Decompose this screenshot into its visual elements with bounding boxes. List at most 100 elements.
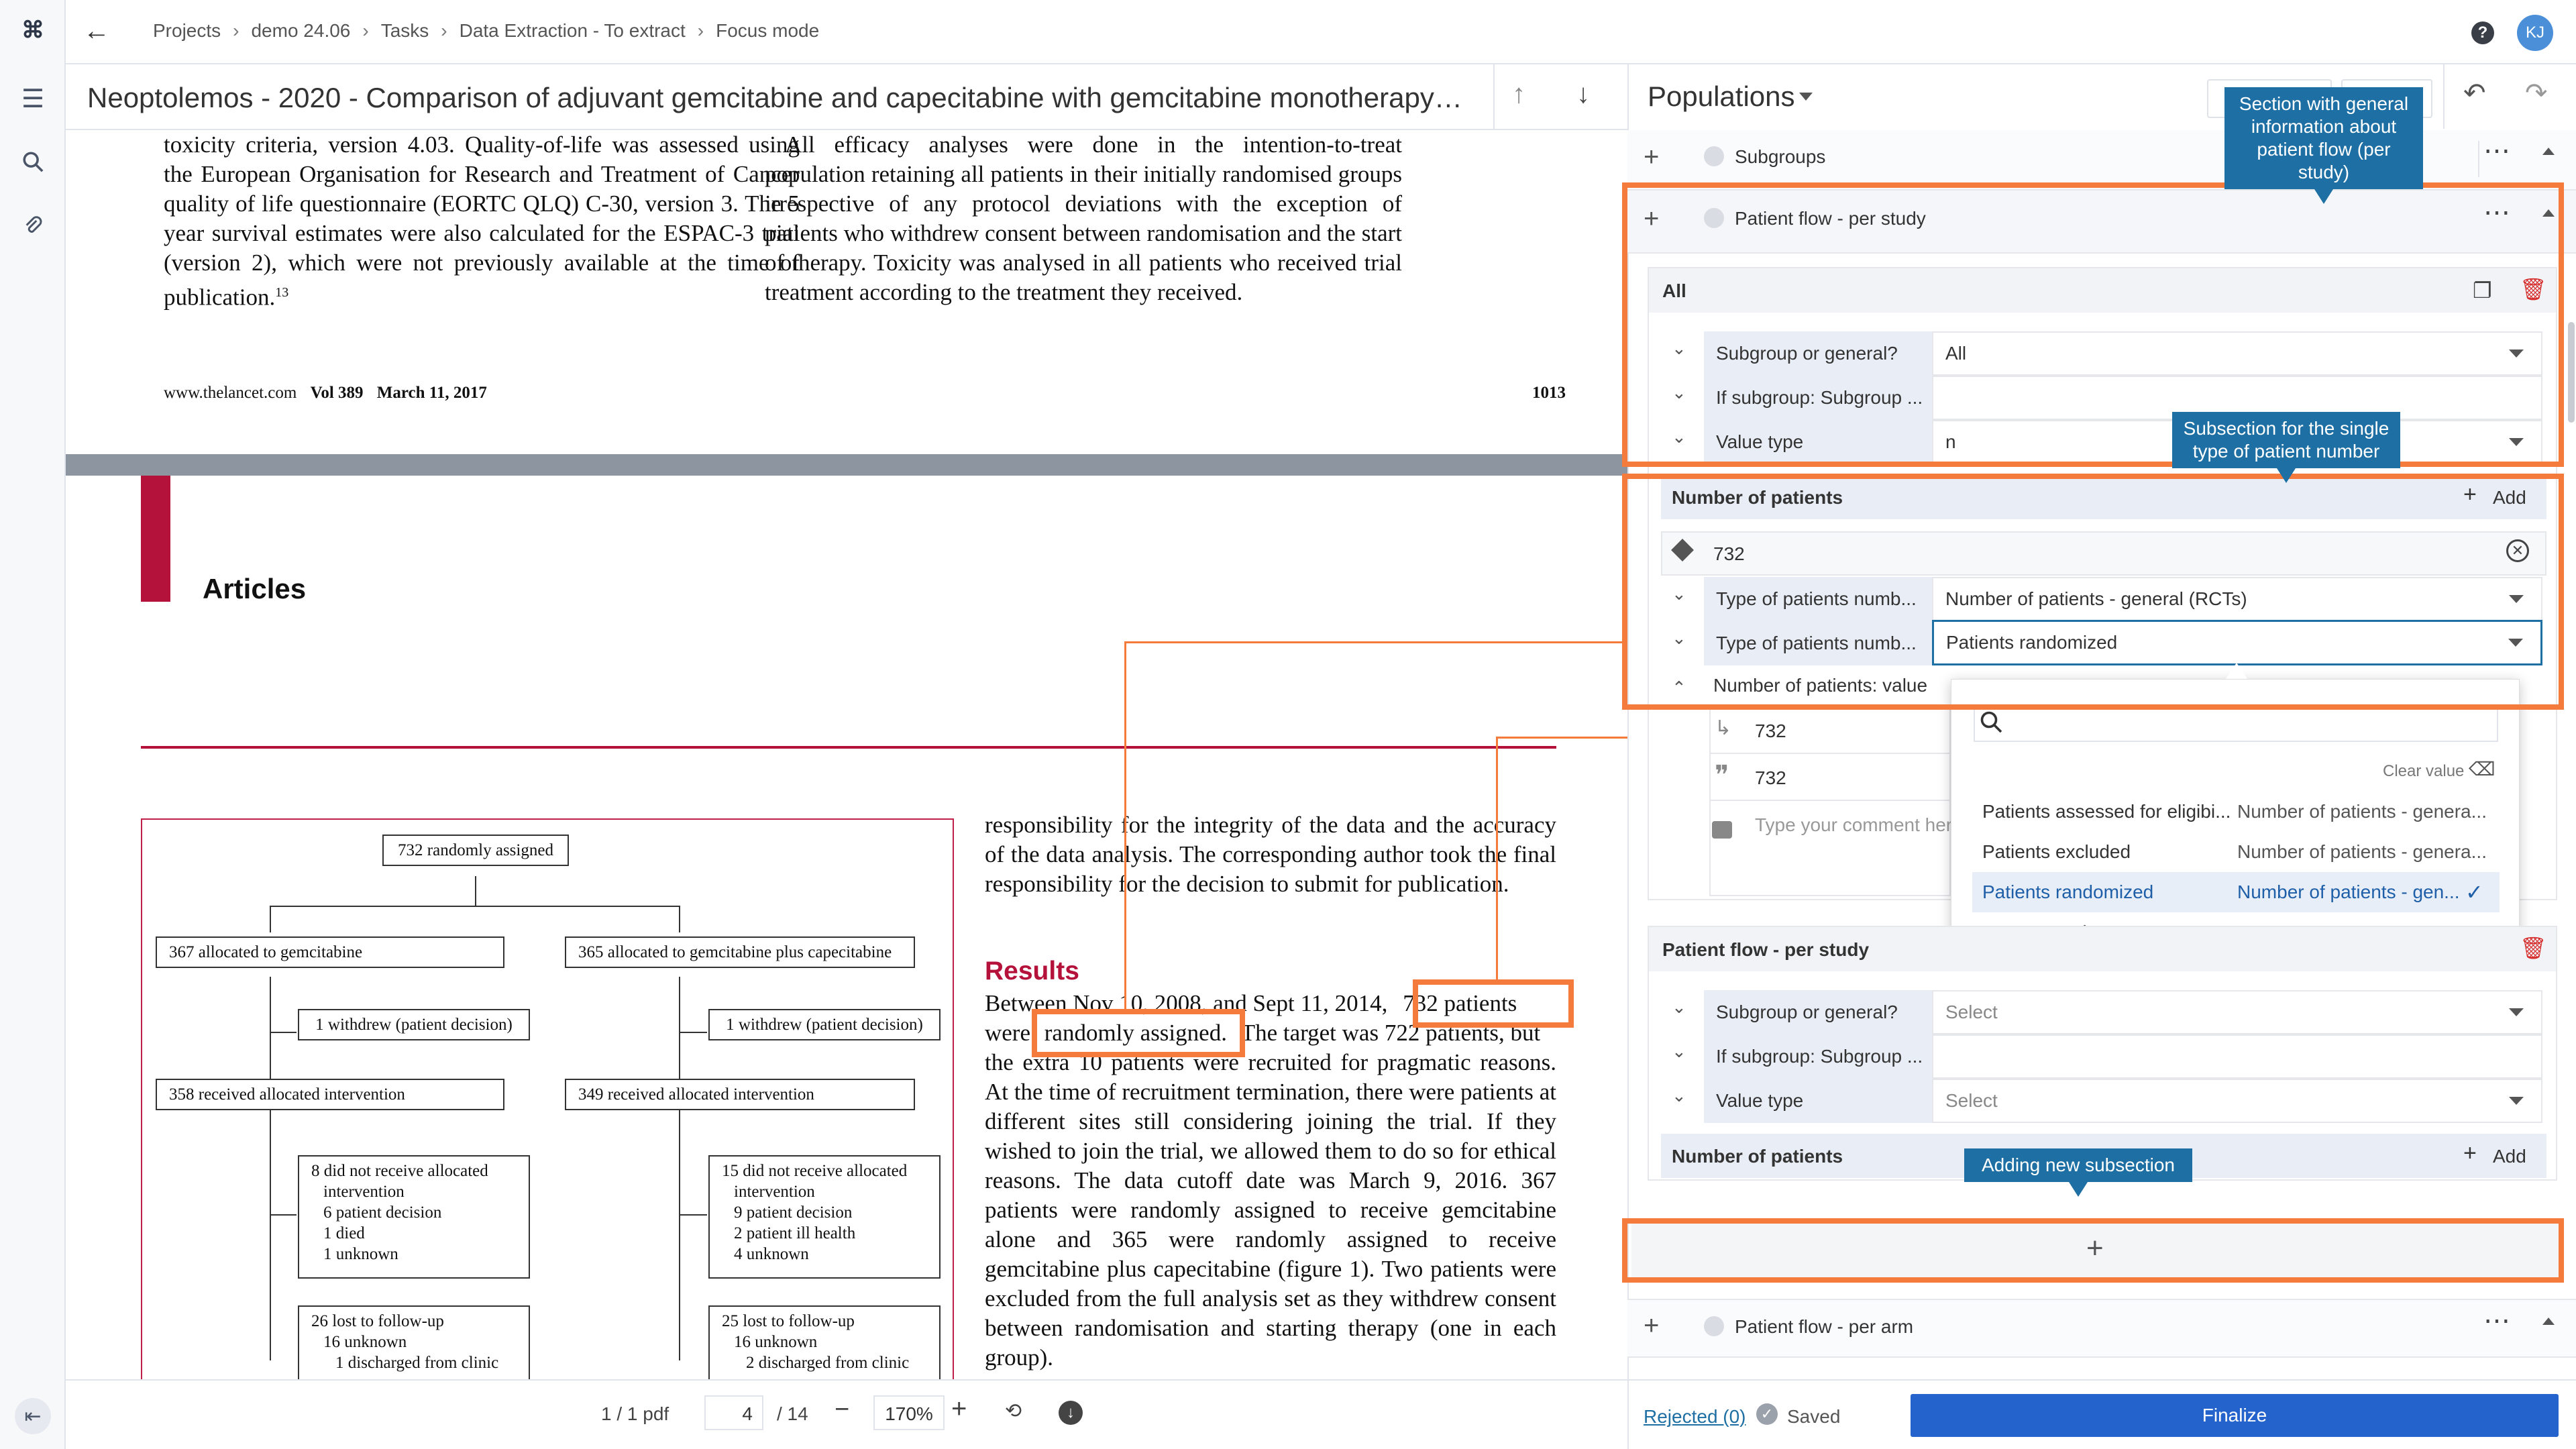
dropdown-option-selected[interactable]: Patients randomized Number of patients - … bbox=[1982, 872, 2516, 912]
list-icon[interactable]: ☰ bbox=[15, 80, 51, 117]
breadcrumb: Projects › demo 24.06 › Tasks › Data Extrac… bbox=[153, 20, 819, 42]
lancet-red-bar bbox=[141, 476, 170, 602]
add-icon[interactable]: + bbox=[1644, 1311, 1659, 1341]
collapse-panel-icon[interactable]: ⇤ bbox=[15, 1398, 51, 1434]
option-name: Patients excluded bbox=[1982, 841, 2131, 862]
reply-arrow-icon: ↳ bbox=[1715, 717, 1732, 739]
select-value-type-2[interactable]: Select bbox=[1932, 1079, 2542, 1123]
flow-line bbox=[270, 1214, 297, 1216]
flow-text: 1 discharged from clinic bbox=[335, 1354, 499, 1372]
breadcrumb-projects[interactable]: Projects bbox=[153, 20, 221, 42]
rejected-link[interactable]: Rejected (0) bbox=[1644, 1406, 1746, 1428]
flow-text: 9 patient decision bbox=[734, 1203, 853, 1222]
breadcrumb-project[interactable]: demo 24.06 bbox=[251, 20, 350, 42]
quote-entry[interactable]: 732 bbox=[1755, 767, 1786, 789]
select-value: Select bbox=[1945, 1090, 1998, 1111]
add-subsection-button-2[interactable]: Add bbox=[2493, 1146, 2526, 1167]
tooltip-add: Adding new subsection bbox=[1964, 1148, 2192, 1197]
connector-line bbox=[1496, 737, 1648, 739]
chevron-up-icon[interactable] bbox=[2542, 1318, 2555, 1325]
value-entry-box bbox=[1709, 708, 1951, 896]
arrow-up-icon[interactable]: ↑ bbox=[1512, 79, 1525, 109]
plus-icon[interactable]: + bbox=[2463, 1140, 2477, 1167]
search-icon[interactable] bbox=[15, 144, 51, 180]
panel-scrollbar[interactable] bbox=[2568, 322, 2575, 423]
flow-box-lost-right: 25 lost to follow-up 16 unknown 2 discha… bbox=[708, 1305, 941, 1379]
arrow-down-icon[interactable]: ↓ bbox=[1576, 79, 1590, 109]
divider bbox=[1709, 753, 1951, 754]
divider bbox=[2478, 141, 2479, 177]
value-entry[interactable]: 732 bbox=[1755, 720, 1786, 742]
clear-value-button[interactable]: Clear value bbox=[2383, 762, 2464, 781]
dropdown-option[interactable]: Patients excluded Number of patients - ge… bbox=[1982, 832, 2516, 872]
avatar[interactable]: KJ bbox=[2517, 15, 2553, 51]
more-icon[interactable]: ⋯ bbox=[2483, 136, 2510, 166]
results-text: were bbox=[985, 1020, 1031, 1046]
flow-box-received-right: 349 received allocated intervention bbox=[565, 1079, 915, 1110]
results-heading: Results bbox=[985, 957, 1079, 985]
pdf-footer-vol: Vol 389 bbox=[310, 384, 364, 402]
quote-icon: ❞ bbox=[1715, 760, 1729, 790]
flow-line bbox=[270, 1032, 297, 1033]
eraser-icon[interactable]: ⌫ bbox=[2469, 758, 2496, 780]
download-icon[interactable]: ↓ bbox=[1059, 1401, 1083, 1425]
option-name: Patients randomized bbox=[1982, 881, 2154, 902]
rotate-icon[interactable]: ⟲ bbox=[1005, 1399, 1022, 1423]
chevron-down-icon[interactable]: ⌄ bbox=[1672, 1085, 1686, 1106]
flow-line bbox=[679, 906, 680, 932]
back-arrow-icon[interactable]: ← bbox=[83, 16, 110, 46]
flow-box-alloc-left: 367 allocated to gemcitabine bbox=[156, 936, 504, 968]
zoom-in-icon[interactable]: + bbox=[951, 1394, 967, 1424]
flow-text: 2 discharged from clinic bbox=[746, 1354, 910, 1372]
flow-text: 25 lost to follow-up bbox=[722, 1312, 855, 1330]
divider bbox=[1709, 800, 1951, 801]
dropdown-search-input[interactable] bbox=[1974, 704, 2498, 742]
panel-title[interactable]: Populations bbox=[1648, 80, 1795, 113]
app-logo-icon[interactable]: ⌘ bbox=[15, 12, 51, 48]
chevron-down-icon[interactable] bbox=[1799, 93, 1813, 101]
flow-text: 2 patient ill health bbox=[734, 1224, 856, 1242]
breadcrumb-tasks[interactable]: Tasks bbox=[381, 20, 429, 42]
annotation-box-add bbox=[1622, 1218, 2564, 1283]
more-icon[interactable]: ⋯ bbox=[2483, 1305, 2510, 1336]
add-icon[interactable]: + bbox=[1644, 142, 1659, 172]
pdf-viewer[interactable]: toxicity criteria, version 4.03. Quality… bbox=[66, 130, 1627, 1379]
flow-line bbox=[475, 876, 476, 907]
chevron-down-icon[interactable]: ⌄ bbox=[1672, 1041, 1686, 1062]
zoom-input[interactable]: 170% bbox=[873, 1395, 945, 1430]
flow-text: intervention bbox=[734, 1183, 815, 1201]
chevron-down-icon[interactable]: ⌄ bbox=[1672, 997, 1686, 1018]
highlight-box-patients bbox=[1413, 979, 1574, 1028]
breadcrumb-current: Focus mode bbox=[716, 20, 820, 41]
dropdown-option[interactable]: Patients assessed for eligibi... Number o… bbox=[1982, 792, 2516, 832]
section-heading: Articles bbox=[203, 573, 307, 604]
page-total: / 14 bbox=[777, 1403, 808, 1424]
redo-icon[interactable]: ↷ bbox=[2525, 78, 2548, 109]
attachment-icon[interactable] bbox=[15, 208, 51, 244]
group-label-patient-flow-arm: Patient flow - per arm bbox=[1735, 1316, 1914, 1337]
flow-box-withdrew-right: 1 withdrew (patient decision) bbox=[708, 1009, 941, 1040]
flow-text: 6 patient decision bbox=[323, 1203, 442, 1222]
field-label-subgroup-or-general: Subgroup or general? bbox=[1704, 990, 1932, 1034]
document-title: Neoptolemos - 2020 - Comparison of adjuv… bbox=[87, 82, 1469, 113]
flow-box-withdrew-left: 1 withdrew (patient decision) bbox=[298, 1009, 530, 1040]
comment-input[interactable]: Type your comment her bbox=[1755, 814, 1952, 836]
page-input[interactable]: 4 bbox=[704, 1395, 763, 1430]
undo-icon[interactable]: ↶ bbox=[2463, 78, 2486, 109]
delete-icon[interactable]: 🗑 bbox=[2520, 935, 2547, 961]
flow-line bbox=[679, 1214, 707, 1216]
tooltip-subsection: Subsection for the single type of patien… bbox=[2172, 412, 2400, 483]
chevron-up-icon[interactable] bbox=[2542, 148, 2555, 155]
breadcrumb-task[interactable]: Data Extraction - To extract bbox=[460, 20, 686, 42]
select-subgroup-or-general-2[interactable]: Select bbox=[1932, 990, 2542, 1034]
help-icon[interactable]: ? bbox=[2471, 21, 2494, 44]
field-label-if-subgroup: If subgroup: Subgroup ... bbox=[1704, 1034, 1932, 1079]
input-if-subgroup-2[interactable] bbox=[1932, 1034, 2542, 1079]
finalize-button[interactable]: Finalize bbox=[1911, 1394, 2559, 1437]
divider bbox=[2443, 64, 2445, 129]
status-dot-icon bbox=[1704, 146, 1724, 166]
flow-line bbox=[270, 1119, 271, 1360]
flow-box-not-received-right: 15 did not receive allocated interventio… bbox=[708, 1155, 941, 1279]
page-separator bbox=[66, 454, 1627, 476]
zoom-out-icon[interactable]: − bbox=[835, 1395, 849, 1424]
